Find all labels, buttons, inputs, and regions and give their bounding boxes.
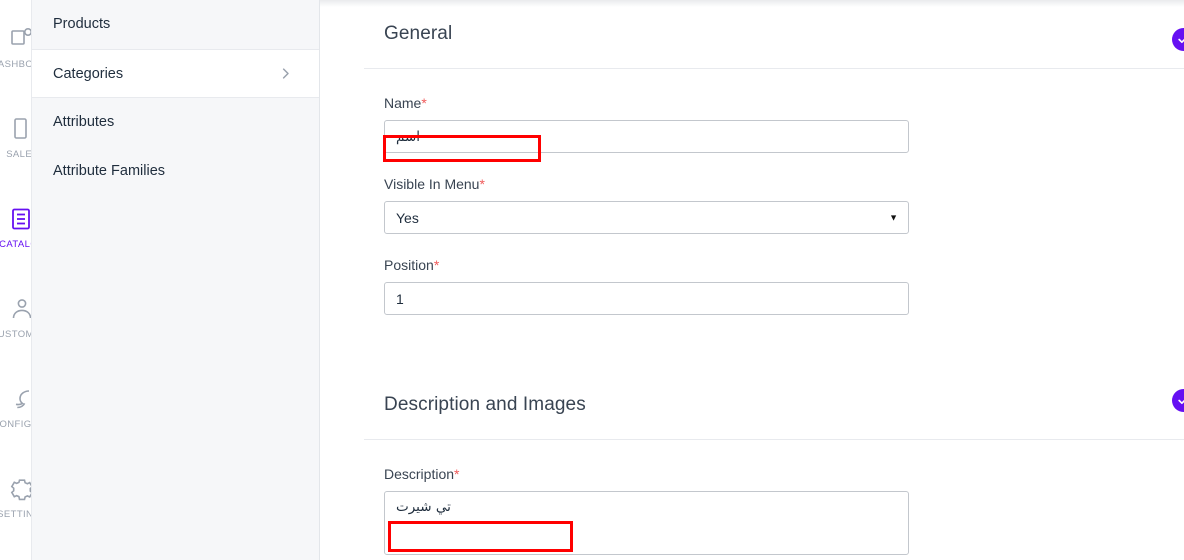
category-form-content: General Name* اسم Visible In Menu* Yes ▼… — [320, 0, 1184, 560]
visible-in-menu-field-group: Visible In Menu* Yes ▼ — [384, 176, 1184, 234]
rail-item-settings[interactable]: SETTINGS — [0, 466, 31, 556]
sidebar-item-label: Products — [53, 16, 111, 32]
visible-in-menu-select-wrap: Yes ▼ — [384, 201, 909, 234]
sales-icon — [9, 116, 32, 142]
name-input[interactable]: اسم — [384, 120, 909, 153]
name-label-text: Name — [384, 95, 422, 111]
general-section: General Name* اسم Visible In Menu* Yes ▼… — [320, 0, 1184, 341]
position-label-text: Position — [384, 257, 434, 273]
chevron-right-icon — [278, 66, 293, 81]
position-label: Position* — [384, 257, 1184, 273]
section-title: Description and Images — [384, 394, 586, 415]
position-input-value: 1 — [396, 290, 404, 307]
rail-label-catalog: CATALOG — [0, 239, 31, 250]
sidebar-item-label: Attribute Families — [53, 163, 166, 179]
position-input[interactable]: 1 — [384, 282, 909, 315]
rail-item-sales[interactable]: SALES — [0, 106, 31, 196]
page-title: General — [384, 23, 453, 44]
catalog-icon — [9, 206, 32, 232]
rail-item-dashboard[interactable]: DASHBOARD — [0, 16, 31, 106]
description-section-header: Description and Images — [320, 371, 1184, 439]
position-field-group: Position* 1 — [384, 257, 1184, 315]
settings-icon — [9, 476, 31, 502]
description-section-action-button[interactable] — [1172, 389, 1184, 412]
description-label-text: Description — [384, 466, 455, 482]
rail-label-settings: SETTINGS — [0, 509, 31, 520]
description-and-images-section: Description and Images Description* تي ش… — [320, 371, 1184, 560]
visible-in-menu-select[interactable]: Yes — [384, 201, 909, 234]
visible-in-menu-label-text: Visible In Menu — [384, 176, 480, 192]
configure-icon — [9, 386, 32, 412]
rail-label-sales: SALES — [6, 149, 32, 160]
description-editor[interactable]: تي شيرت — [384, 491, 909, 555]
general-section-header: General — [320, 0, 1184, 68]
required-marker: * — [454, 466, 460, 482]
rail-item-catalog[interactable]: CATALOG — [0, 196, 31, 286]
rail-item-configure[interactable]: CONFIGURE — [0, 376, 31, 466]
description-field-group: Description* تي شيرت — [384, 466, 1184, 555]
name-input-value: اسم — [396, 128, 421, 145]
dashboard-icon — [9, 26, 31, 52]
rail-label-dashboard: DASHBOARD — [0, 59, 32, 70]
required-marker: * — [433, 257, 440, 273]
general-section-action-button[interactable] — [1172, 28, 1184, 51]
visible-in-menu-label: Visible In Menu* — [384, 176, 1184, 192]
rail-label-customers: CUSTOMERS — [0, 329, 31, 340]
name-field-group: Name* اسم — [384, 95, 1184, 153]
sidebar-item-label: Categories — [53, 65, 124, 82]
general-section-body: Name* اسم Visible In Menu* Yes ▼ Positio… — [320, 69, 1184, 315]
sidebar-item-products[interactable]: Products — [32, 0, 319, 49]
name-label: Name* — [384, 95, 1184, 111]
catalog-subnav: Products Categories Attributes Attribute… — [32, 0, 320, 560]
description-label: Description* — [384, 466, 1184, 482]
sidebar-item-attributes[interactable]: Attributes — [32, 98, 319, 147]
rail-label-configure: CONFIGURE — [0, 419, 32, 430]
app-window: DASHBOARD SALES CATALOG — [0, 0, 1184, 560]
description-editor-value: تي شيرت — [396, 499, 451, 515]
sidebar-item-categories[interactable]: Categories — [32, 49, 319, 98]
visible-in-menu-selected-value: Yes — [396, 209, 419, 226]
customers-icon — [9, 296, 32, 322]
required-marker: * — [479, 176, 485, 192]
description-section-body: Description* تي شيرت — [320, 440, 1184, 555]
sidebar-item-label: Attributes — [53, 114, 115, 130]
rail-item-customers[interactable]: CUSTOMERS — [0, 286, 31, 376]
required-marker: * — [421, 95, 427, 111]
primary-nav-rail: DASHBOARD SALES CATALOG — [0, 0, 32, 560]
sidebar-item-attribute-families[interactable]: Attribute Families — [32, 147, 319, 196]
